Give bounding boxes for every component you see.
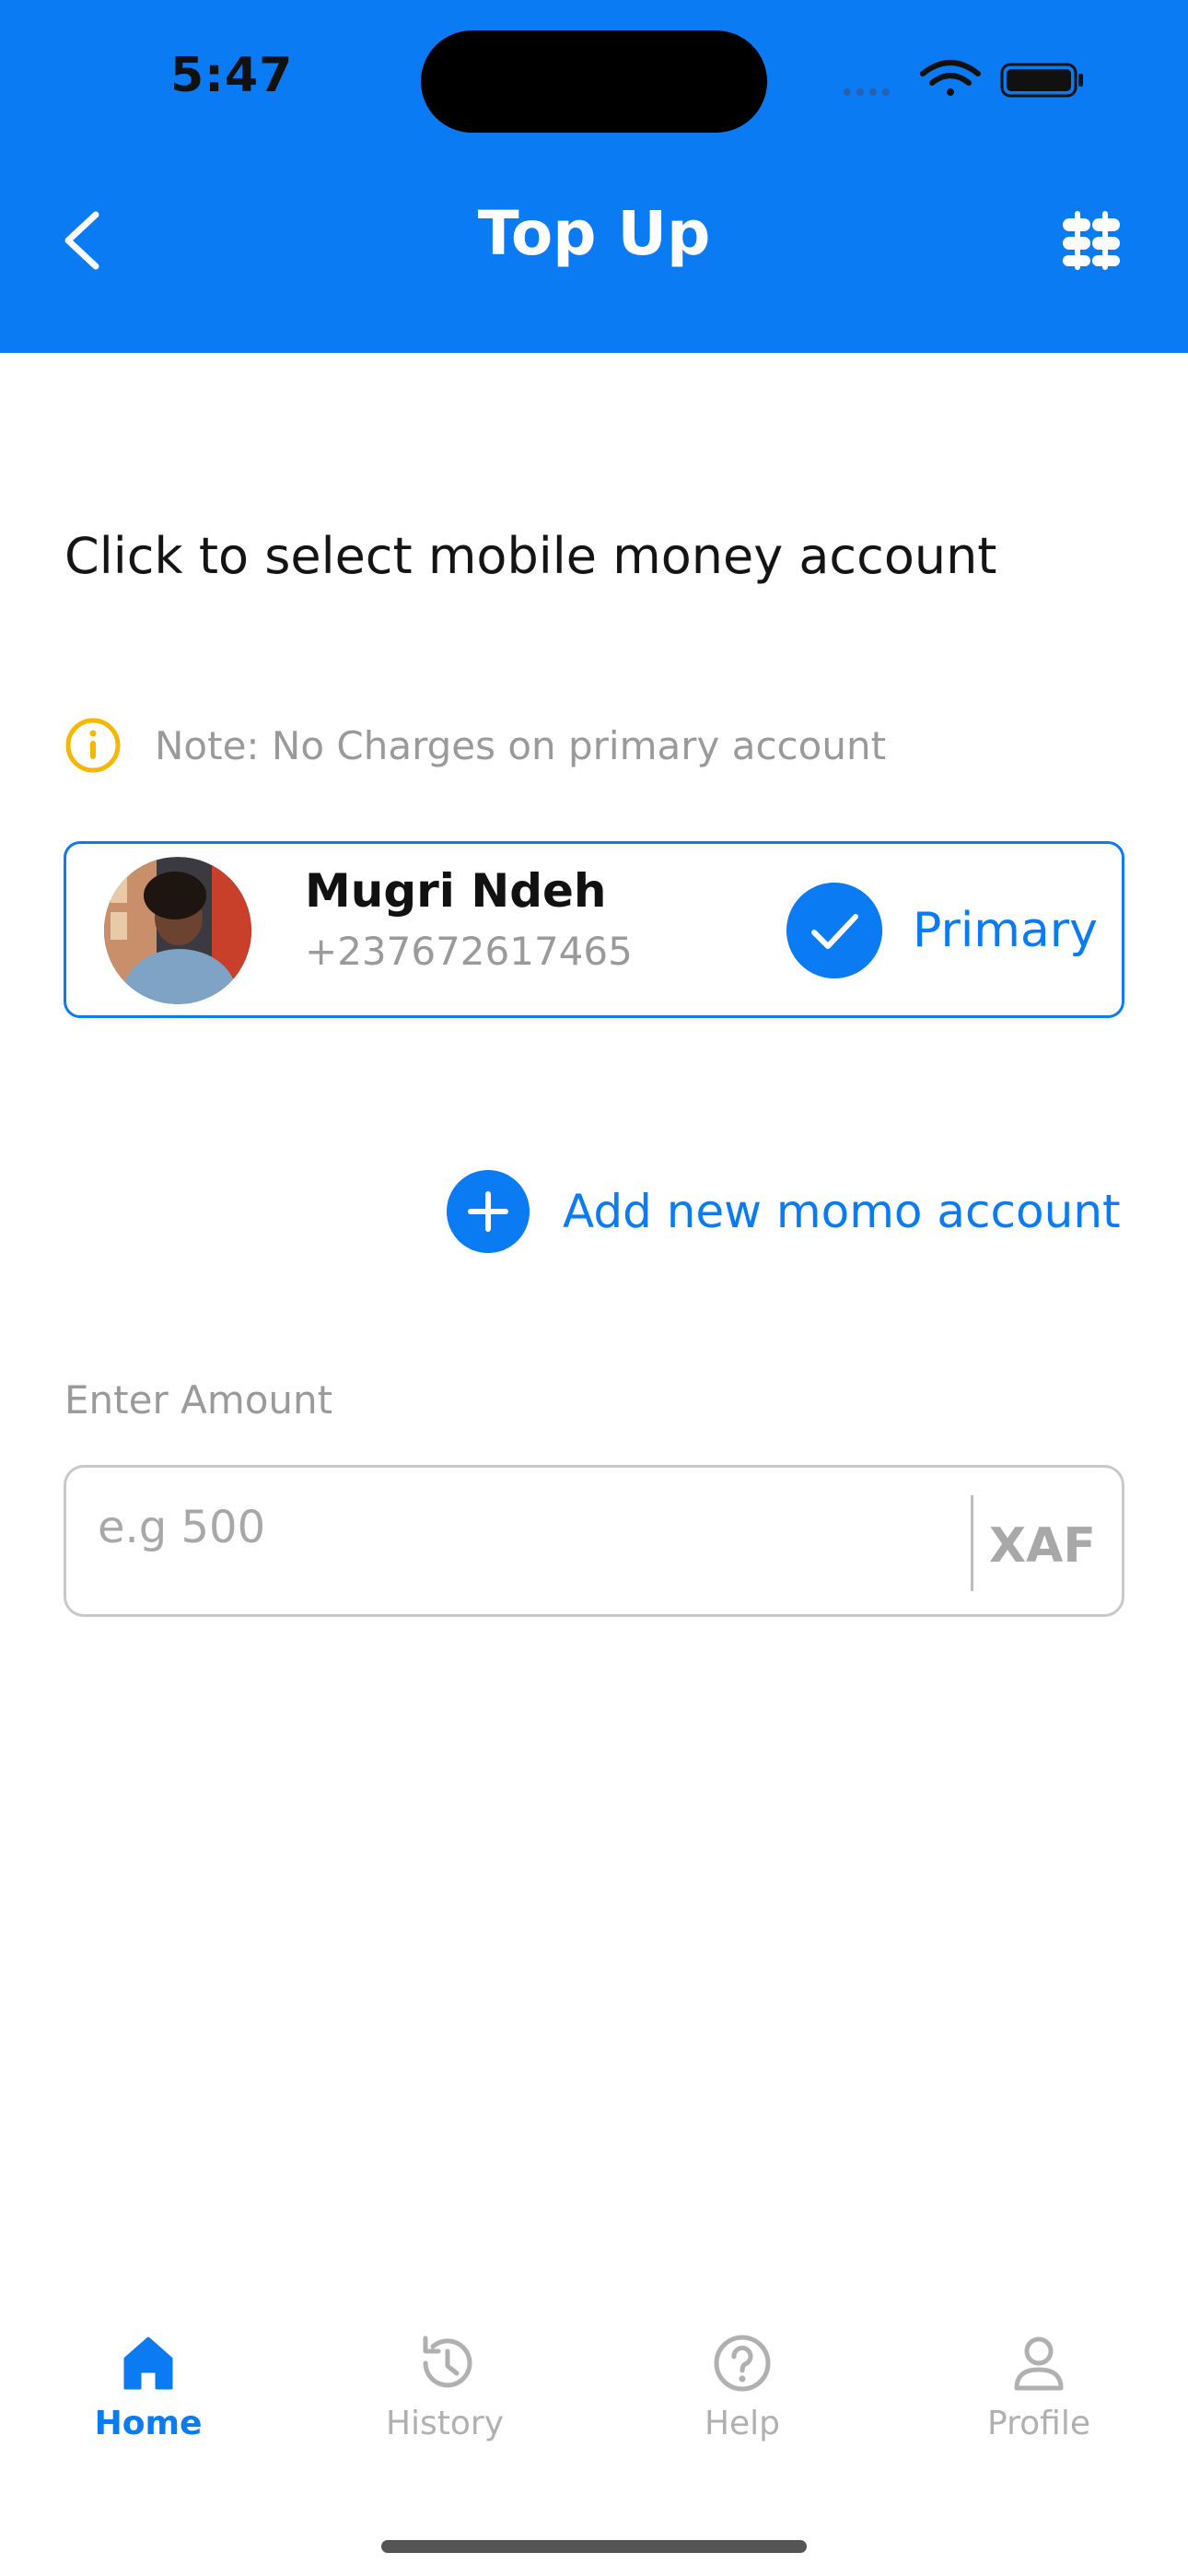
tab-profile[interactable]: Profile	[947, 2331, 1131, 2478]
page-title: Top Up	[477, 198, 711, 269]
tab-home[interactable]: Home	[56, 2331, 240, 2478]
history-icon	[423, 2336, 472, 2388]
help-icon	[714, 2335, 771, 2392]
signal-icon	[844, 88, 890, 96]
profile-icon	[1014, 2336, 1064, 2391]
select-account-prompt: Click to select mobile money account	[64, 527, 997, 585]
check-icon	[786, 883, 882, 978]
add-account-label: Add new momo account	[563, 1185, 1121, 1238]
account-name: Mugri Ndeh	[305, 864, 607, 918]
account-phone: +237672617465	[305, 929, 633, 974]
app-header: 5:47 Top Up	[0, 0, 1188, 353]
add-momo-account-button[interactable]: Add new momo account	[447, 1170, 1121, 1253]
tab-help-label: Help	[704, 2405, 781, 2442]
momo-account-card[interactable]: Mugri Ndeh +237672617465 Primary	[64, 841, 1124, 1018]
tab-help[interactable]: Help	[650, 2331, 834, 2478]
info-icon	[65, 718, 121, 773]
tab-history[interactable]: History	[353, 2331, 537, 2478]
status-icons	[844, 60, 1083, 98]
home-indicator	[381, 2540, 807, 2553]
avatar	[104, 857, 251, 1004]
status-time: 5:47	[170, 48, 294, 103]
plus-icon	[447, 1170, 530, 1253]
primary-badge-label: Primary	[913, 903, 1098, 958]
note-text: Note: No Charges on primary account	[155, 722, 887, 768]
dynamic-island	[421, 30, 767, 133]
battery-icon	[1000, 63, 1083, 98]
amount-field: XAF	[64, 1465, 1124, 1617]
home-icon	[123, 2336, 173, 2390]
tab-home-label: Home	[94, 2405, 203, 2442]
filter-icon[interactable]	[1059, 207, 1124, 274]
note-row: Note: No Charges on primary account	[64, 713, 886, 778]
wifi-icon	[920, 60, 981, 96]
amount-divider	[971, 1495, 973, 1591]
amount-label: Enter Amount	[64, 1377, 333, 1423]
tab-history-label: History	[385, 2405, 505, 2442]
amount-input[interactable]	[98, 1495, 982, 1560]
currency-label: XAF	[989, 1518, 1096, 1574]
bottom-tab-bar: Home History Help Profile	[0, 2331, 1188, 2478]
tab-profile-label: Profile	[987, 2405, 1090, 2442]
